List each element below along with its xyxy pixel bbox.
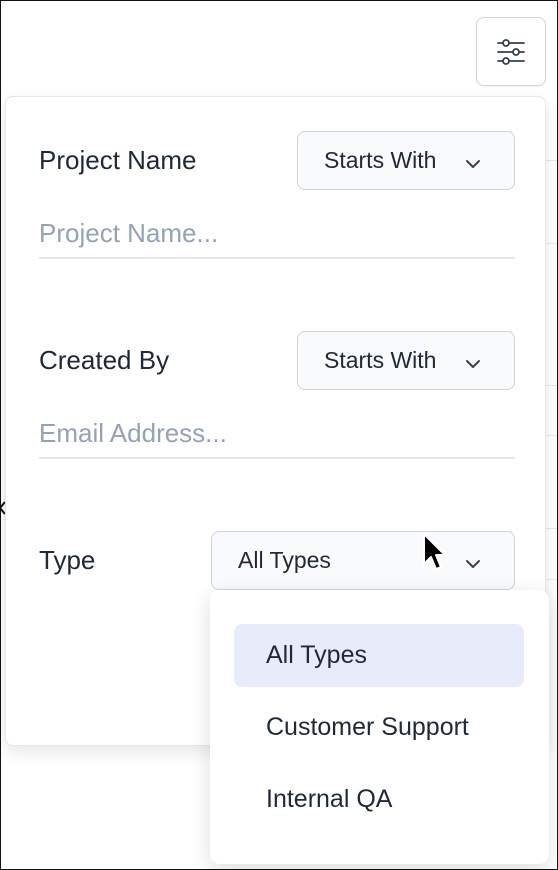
background-row-divider <box>544 385 558 386</box>
type-label: Type <box>39 545 96 575</box>
type-option-customer-support[interactable]: Customer Support <box>234 696 524 759</box>
background-row-divider <box>544 579 558 580</box>
type-option-label: Customer Support <box>266 713 469 741</box>
mouse-pointer-icon <box>420 532 448 574</box>
background-row-divider <box>544 528 558 529</box>
background-row-divider <box>544 160 558 161</box>
project-name-input[interactable] <box>39 209 515 259</box>
type-dropdown-menu: All Types Customer Support Internal QA <box>210 590 549 864</box>
project-name-operator-select[interactable]: Starts With <box>297 131 515 190</box>
project-name-label: Project Name <box>39 145 197 175</box>
created-by-operator-select[interactable]: Starts With <box>297 331 515 390</box>
sliders-icon <box>496 37 526 67</box>
filter-toggle-button[interactable] <box>476 17 546 86</box>
chevron-down-icon <box>464 352 482 370</box>
type-select[interactable]: All Types <box>211 531 515 590</box>
background-row-divider <box>544 243 558 244</box>
type-option-label: All Types <box>266 641 367 669</box>
email-address-input[interactable] <box>39 409 515 459</box>
project-name-operator-value: Starts With <box>324 147 437 173</box>
created-by-operator-value: Starts With <box>324 347 437 373</box>
chevron-down-icon <box>464 152 482 170</box>
background-row-divider <box>544 435 558 436</box>
type-option-all-types[interactable]: All Types <box>234 624 524 687</box>
type-option-internal-qa[interactable]: Internal QA <box>234 768 524 831</box>
created-by-label: Created By <box>39 345 170 375</box>
type-option-label: Internal QA <box>266 785 393 813</box>
type-select-value: All Types <box>238 547 331 573</box>
chevron-down-icon <box>464 552 482 570</box>
